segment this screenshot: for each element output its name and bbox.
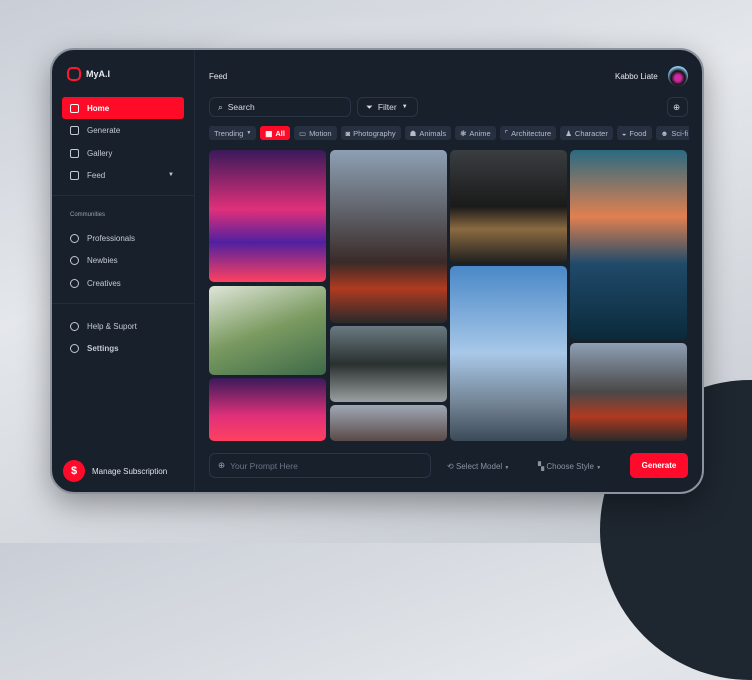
category-motion[interactable]: ▭ Motion: [293, 126, 337, 140]
select-model-dropdown[interactable]: ⟲ Select Model ▼: [447, 462, 509, 471]
add-image-icon: [70, 125, 79, 135]
feed-image[interactable]: [209, 286, 326, 375]
gallery-icon: [70, 148, 79, 158]
motion-icon: ▭: [298, 128, 307, 138]
category-all[interactable]: ▦ All: [260, 126, 290, 140]
chevron-down-icon: ▼: [168, 172, 174, 178]
feed-image[interactable]: [209, 150, 326, 282]
food-icon: ◒: [621, 128, 627, 138]
app-window: MyA.I Home Generate Gallery Feed ▼ Commun…: [50, 48, 704, 494]
home-icon: [70, 103, 79, 113]
search-input[interactable]: ⌕ Search: [209, 97, 351, 117]
category-character[interactable]: ♟ Character: [560, 126, 613, 140]
filter-button[interactable]: ⏷ Filter ▼: [357, 97, 418, 117]
subscription-icon: $: [63, 460, 85, 482]
zoom-button[interactable]: ⊕: [667, 97, 688, 117]
community-icon: [70, 255, 79, 265]
feed-image[interactable]: [330, 150, 447, 323]
avatar[interactable]: [668, 66, 688, 86]
choose-style-dropdown[interactable]: ▚ Choose Style ▼: [538, 462, 601, 471]
sort-dropdown[interactable]: Trending ▼: [209, 126, 257, 140]
architecture-icon: ⌜: [504, 128, 509, 138]
category-bar: Trending ▼ ▦ All ▭ Motion ◙ Photography ☗ Ani…: [209, 126, 689, 140]
chevron-down-icon: ▼: [246, 130, 252, 136]
category-anime[interactable]: ❃ Anime: [455, 126, 496, 140]
feed-image[interactable]: [570, 150, 687, 340]
page-title: Feed: [209, 72, 228, 81]
camera-icon: ◙: [345, 128, 351, 138]
category-photography[interactable]: ◙ Photography: [340, 126, 401, 140]
feed-image[interactable]: [330, 326, 447, 402]
user-name[interactable]: Kabbo Liate: [615, 72, 658, 81]
community-icon: [70, 233, 79, 243]
model-icon: ⟲: [447, 462, 456, 471]
divider: [52, 195, 195, 196]
category-scifi[interactable]: ☻ Sci-fi: [655, 126, 689, 140]
sidebar-item-gallery[interactable]: Gallery: [62, 142, 184, 164]
sidebar: MyA.I Home Generate Gallery Feed ▼ Commun…: [52, 50, 195, 492]
section-title: Communities: [70, 212, 106, 218]
gear-icon: [70, 343, 79, 353]
logo: MyA.I: [67, 67, 110, 81]
sidebar-item-settings[interactable]: Settings: [62, 337, 184, 359]
feed-image[interactable]: [209, 378, 326, 441]
community-newbies[interactable]: Newbies: [62, 249, 184, 271]
help-icon: [70, 321, 79, 331]
chevron-down-icon: ▼: [596, 465, 602, 471]
grid-icon: ▦: [265, 128, 273, 138]
sidebar-item-feed[interactable]: Feed ▼: [62, 164, 184, 186]
alien-icon: ☻: [660, 128, 669, 138]
divider: [52, 303, 195, 304]
person-icon: ♟: [565, 128, 572, 138]
chevron-down-icon: ▼: [504, 465, 510, 471]
community-creatives[interactable]: Creatives: [62, 272, 184, 294]
prompt-input[interactable]: ⊕ Your Prompt Here: [209, 453, 431, 478]
add-icon: ⊕: [218, 460, 226, 470]
generate-button[interactable]: Generate: [630, 453, 688, 478]
category-food[interactable]: ◒ Food: [616, 126, 652, 140]
feed-image[interactable]: [330, 405, 447, 441]
animal-icon: ☗: [409, 128, 417, 138]
search-icon: ⌕: [218, 101, 223, 112]
sidebar-item-generate[interactable]: Generate: [62, 119, 184, 141]
feed-image[interactable]: [570, 343, 687, 441]
logo-icon: [67, 67, 81, 81]
zoom-in-icon: ⊕: [673, 101, 681, 112]
community-icon: [70, 278, 79, 288]
filter-icon: ⏷: [366, 101, 373, 112]
sidebar-item-help[interactable]: Help & Suport: [62, 315, 184, 337]
manage-subscription-button[interactable]: $ Manage Subscription: [63, 460, 167, 482]
main-content: Feed Kabbo Liate ⌕ Search ⏷ Filter ▼ ⊕ Tren…: [195, 50, 702, 492]
feed-image[interactable]: [450, 150, 567, 263]
sidebar-item-home[interactable]: Home: [62, 97, 184, 119]
category-animals[interactable]: ☗ Animals: [404, 126, 452, 140]
category-architecture[interactable]: ⌜ Architecture: [499, 126, 557, 140]
feed-icon: [70, 170, 79, 180]
community-professionals[interactable]: Professionals: [62, 227, 184, 249]
chevron-down-icon: ▼: [401, 104, 408, 110]
feed-image[interactable]: [450, 266, 567, 441]
anime-icon: ❃: [460, 128, 467, 138]
